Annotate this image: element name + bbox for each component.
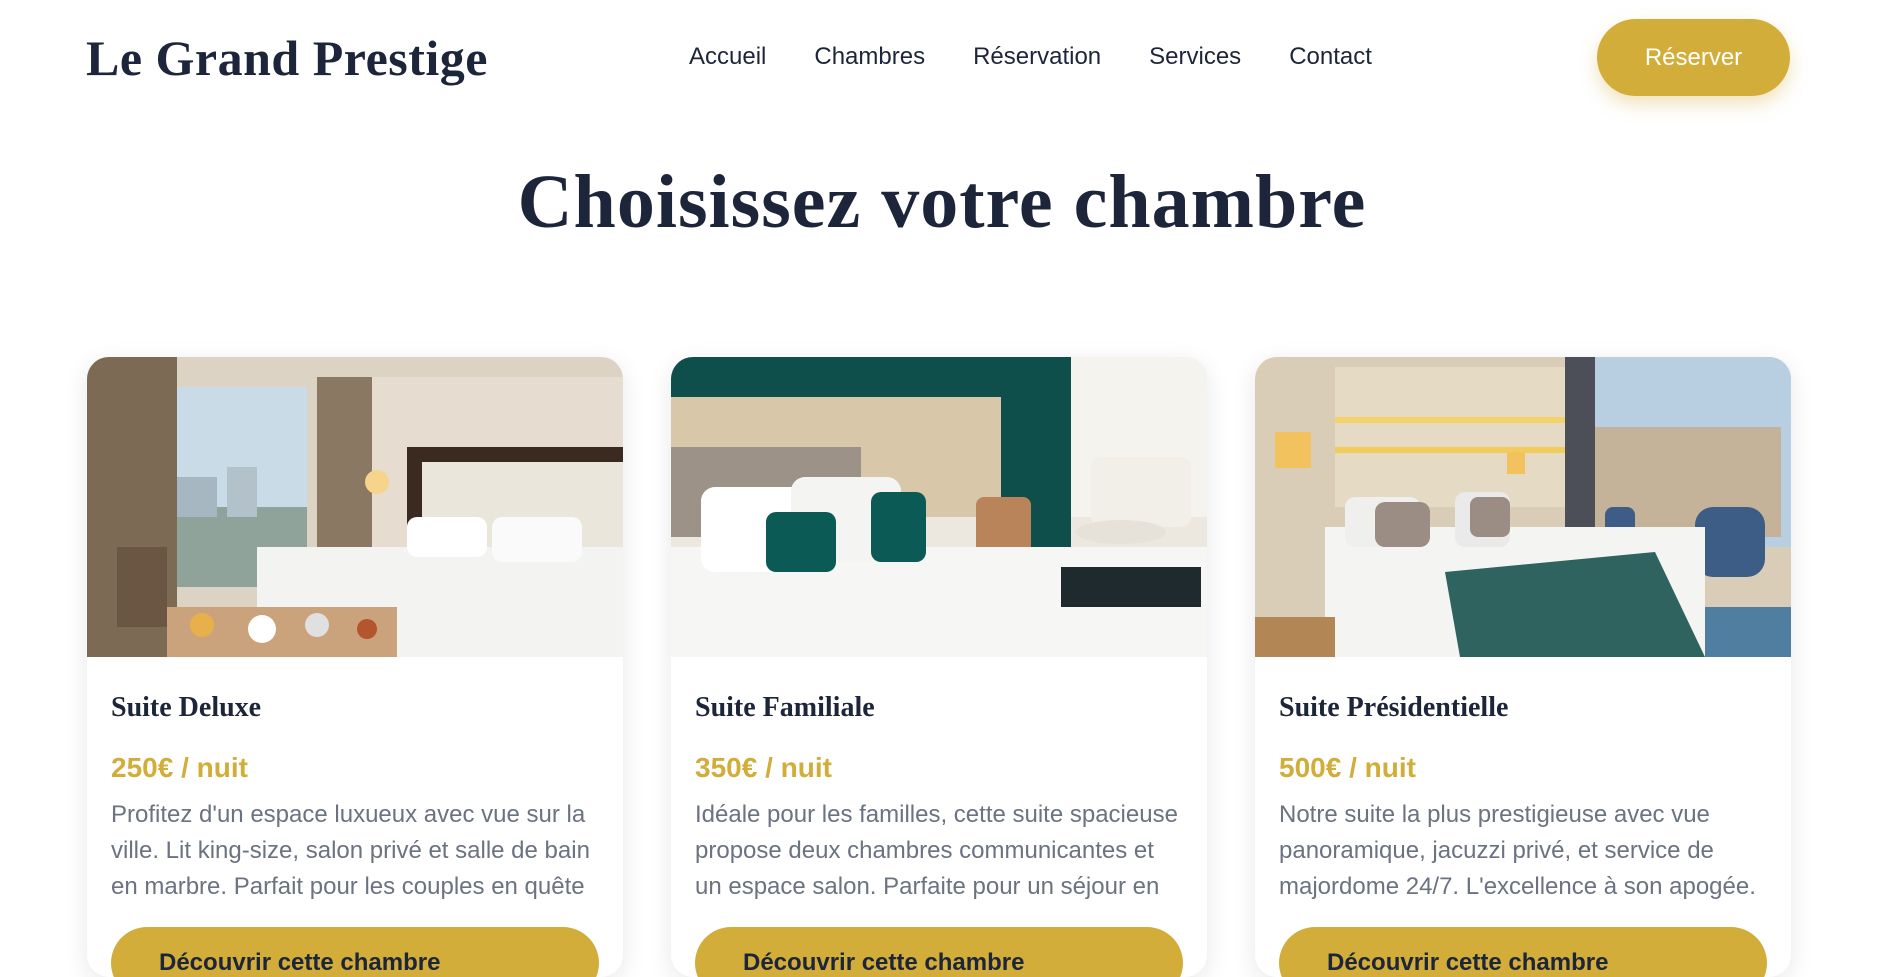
room-price: 350€ / nuit: [695, 752, 832, 783]
nav-link-reservation[interactable]: Réservation: [973, 42, 1101, 72]
site-header: Le Grand Prestige Accueil Chambres Réser…: [0, 0, 1884, 114]
room-price: 500€ / nuit: [1279, 752, 1416, 783]
room-description-container: Notre suite la plus prestigieuse avec vu…: [1279, 797, 1771, 905]
room-card-familiale: Suite Familiale 350€ / nuit Idéale pour …: [671, 357, 1207, 977]
room-description: Profitez d'un espace luxueux avec vue su…: [111, 801, 590, 900]
room-image-presidentielle: [1255, 357, 1791, 657]
site-logo[interactable]: Le Grand Prestige: [86, 30, 488, 86]
nav-link-accueil[interactable]: Accueil: [689, 42, 766, 72]
room-photo-presidentielle: [1255, 357, 1791, 657]
room-photo-deluxe: [87, 357, 623, 657]
room-description: Idéale pour les familles, cette suite sp…: [695, 801, 1178, 900]
room-image-deluxe: [87, 357, 623, 657]
room-description: Notre suite la plus prestigieuse avec vu…: [1279, 801, 1756, 900]
discover-room-button[interactable]: Découvrir cette chambre: [111, 927, 599, 977]
page-title: Choisissez votre chambre: [517, 160, 1367, 244]
discover-room-button[interactable]: Découvrir cette chambre: [695, 927, 1183, 977]
room-card-deluxe: Suite Deluxe 250€ / nuit Profitez d'un e…: [87, 357, 623, 977]
room-description-container: Idéale pour les familles, cette suite sp…: [695, 797, 1187, 905]
main-nav: Accueil Chambres Réservation Services Co…: [689, 42, 1372, 72]
room-card-presidentielle: Suite Présidentielle 500€ / nuit Notre s…: [1255, 357, 1791, 977]
nav-link-services[interactable]: Services: [1149, 42, 1241, 72]
room-name: Suite Familiale: [695, 692, 875, 723]
room-description-container: Profitez d'un espace luxueux avec vue su…: [111, 797, 603, 905]
room-image-familiale: [671, 357, 1207, 657]
room-price: 250€ / nuit: [111, 752, 248, 783]
discover-room-button[interactable]: Découvrir cette chambre: [1279, 927, 1767, 977]
room-photo-familiale: [671, 357, 1207, 657]
room-name: Suite Présidentielle: [1279, 692, 1509, 723]
reserve-button[interactable]: Réserver: [1597, 19, 1790, 96]
nav-link-chambres[interactable]: Chambres: [814, 42, 925, 72]
nav-link-contact[interactable]: Contact: [1289, 42, 1372, 72]
room-name: Suite Deluxe: [111, 692, 262, 723]
